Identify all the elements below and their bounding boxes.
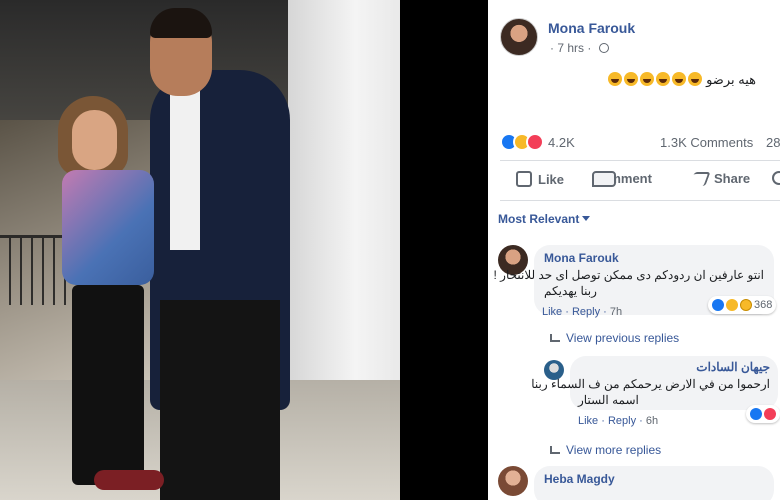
- like-reaction-icon: [750, 408, 762, 420]
- photo-woman-top: [62, 170, 154, 285]
- laughing-emoji-icon: [608, 72, 623, 86]
- reply-arrow-icon: [550, 334, 560, 342]
- globe-icon: [598, 43, 609, 53]
- post-text-content: هيه برضو: [706, 72, 756, 87]
- shares-count[interactable]: 28 Sh: [766, 135, 780, 150]
- photo-man-hair: [150, 8, 212, 38]
- view-previous-replies-link[interactable]: View previous replies: [550, 331, 679, 345]
- comment-reaction-count: 368: [754, 299, 773, 311]
- reply-text-line: ارحموا من في الارض يرحمكم من ف السماء رب…: [531, 377, 770, 391]
- comment-time[interactable]: 7h: [610, 306, 622, 318]
- reply-author[interactable]: جيهان السادات: [578, 360, 770, 374]
- post-stats: 4.2K 1.3K Comments 28 Sh: [500, 131, 780, 153]
- comment-actions: Like · Reply · 7h: [542, 306, 623, 318]
- post-text: هيه برضو: [606, 72, 756, 88]
- view-more-replies-label: View more replies: [566, 443, 662, 457]
- reply-reactions[interactable]: [746, 405, 780, 423]
- share-icon: [689, 171, 711, 186]
- more-options-button[interactable]: [772, 171, 780, 185]
- caret-down-icon: [582, 216, 591, 221]
- comment-author[interactable]: Heba Magdy: [544, 472, 764, 486]
- love-reaction-icon: [764, 408, 776, 420]
- reply-bubble: جيهان السادات ارحموا من في الارض يرحمكم …: [531, 356, 778, 410]
- comment-like-link[interactable]: Like: [542, 306, 562, 318]
- photo-man-shirt: [170, 80, 200, 250]
- reaction-count[interactable]: 4.2K: [548, 135, 575, 150]
- thumbs-up-icon: [516, 171, 532, 187]
- comments-count[interactable]: 1.3K Comments: [660, 135, 753, 150]
- laughing-emoji-icon: [656, 72, 671, 86]
- comment-button[interactable]: Comment: [592, 170, 652, 187]
- comment-author[interactable]: Mona Farouk: [544, 251, 764, 265]
- reply-time[interactable]: 6h: [646, 415, 658, 427]
- comment-reactions[interactable]: 368: [708, 296, 777, 314]
- comment-icon: [592, 170, 616, 187]
- laughing-emoji-icon: [672, 72, 687, 86]
- comment-text-line: انتو عارفين ان ردودكم دى ممكن توصل اى حد…: [493, 268, 765, 282]
- laughing-emoji-icon: [624, 72, 639, 86]
- post-side-panel: Mona Farouk · 7 hrs · هيه برضو 4.2K 1.3K…: [488, 0, 780, 500]
- photo-shoes: [94, 470, 164, 490]
- author-avatar[interactable]: [500, 18, 538, 56]
- love-reaction-icon[interactable]: [526, 133, 544, 151]
- view-more-replies-link[interactable]: View more replies: [550, 443, 661, 457]
- reply-actions: Like · Reply · 6h: [578, 415, 659, 427]
- more-icon: [772, 171, 780, 185]
- commenter-avatar[interactable]: [498, 466, 528, 496]
- comment-sort-dropdown[interactable]: Most Relevant: [498, 212, 591, 226]
- reply-text-line: اسمه الستار: [578, 393, 639, 407]
- reply-like-link[interactable]: Like: [578, 415, 598, 427]
- photo-woman-legs: [72, 285, 144, 485]
- sad-reaction-icon: [740, 299, 752, 311]
- view-previous-replies-label: View previous replies: [566, 331, 680, 345]
- comment-sort-label: Most Relevant: [498, 212, 580, 226]
- comment-bubble: Heba Magdy: [534, 466, 774, 500]
- post-time[interactable]: 7 hrs: [557, 41, 584, 55]
- like-reaction-icon: [712, 299, 724, 311]
- reply-arrow-icon: [550, 446, 560, 454]
- share-button[interactable]: Share: [689, 171, 751, 186]
- post-author-name[interactable]: Mona Farouk: [548, 20, 635, 36]
- divider: [500, 200, 780, 201]
- laughing-emoji-icon: [640, 72, 655, 86]
- photo-man-legs: [160, 300, 280, 500]
- comment-reply-link[interactable]: Reply: [572, 306, 600, 318]
- like-button-label: Like: [538, 171, 565, 187]
- like-button[interactable]: Like: [516, 171, 564, 187]
- post-header: Mona Farouk · 7 hrs ·: [500, 14, 780, 58]
- share-button-label: Share: [714, 171, 751, 186]
- post-photo[interactable]: [0, 0, 400, 500]
- reply-reply-link[interactable]: Reply: [608, 415, 636, 427]
- divider: [500, 160, 780, 161]
- photo-railing: [0, 235, 70, 305]
- post-actions: Like Comment Share: [500, 165, 780, 197]
- haha-reaction-icon: [726, 299, 738, 311]
- laughing-emoji-icon: [688, 72, 703, 86]
- post-meta: · 7 hrs ·: [550, 41, 609, 55]
- photo-woman-head: [72, 110, 117, 170]
